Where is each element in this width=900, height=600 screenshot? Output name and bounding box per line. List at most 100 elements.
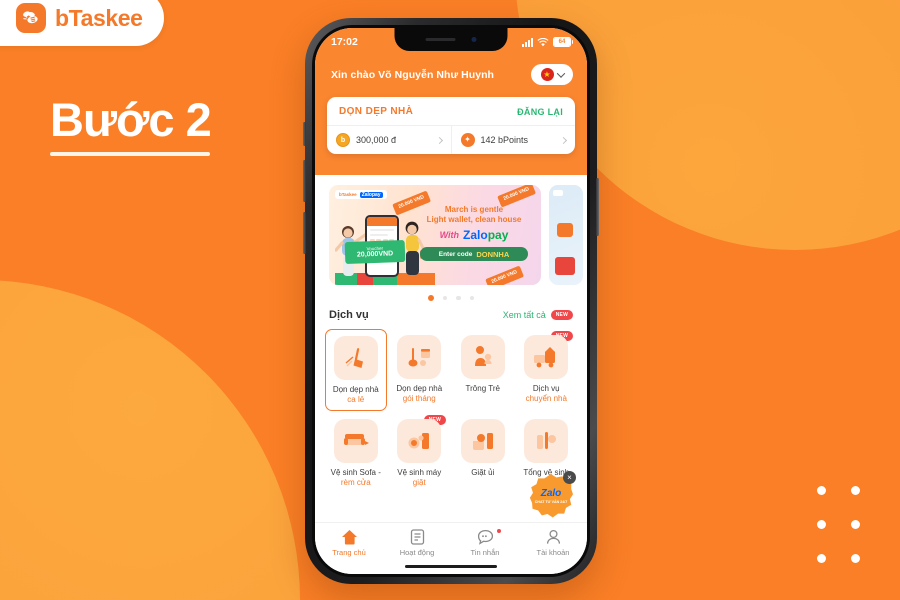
medal-icon: ✦: [460, 133, 475, 147]
banner-float-tag: 20.000 VND: [496, 185, 536, 208]
service-item-moving[interactable]: NEW Dịch vụ c: [516, 329, 578, 411]
carousel-dot[interactable]: [456, 295, 461, 301]
broom-icon: [333, 336, 378, 380]
service-item-laundry[interactable]: Giặt ủi: [452, 413, 514, 493]
tab-home[interactable]: Trang chủ: [315, 529, 383, 557]
babysitter-icon: [460, 335, 505, 379]
phone-mute-switch: [303, 122, 306, 146]
greeting-row: Xin chào Võ Nguyễn Như Huynh ★: [315, 54, 587, 97]
services-section-header: Dịch vụ Xem tất cả NEW: [315, 303, 587, 325]
deep-clean-icon: [524, 418, 569, 463]
voucher-value: 20,000VND: [356, 250, 394, 259]
wallet-balance-cell[interactable]: b 300,000 đ: [327, 126, 451, 154]
poster-canvas: bTaskee Bước 2 17:02 64 Xin chào Võ Nguy…: [0, 0, 900, 600]
phone-notch: [394, 28, 508, 51]
service-sublabel: ca lẻ: [347, 395, 365, 404]
brand-logo: bTaskee: [0, 0, 164, 46]
front-camera: [471, 37, 477, 42]
service-item-sofa-cleaning[interactable]: Vệ sinh Sofa - rèm cửa: [325, 413, 387, 493]
carousel-dots[interactable]: [315, 285, 587, 303]
banner-copy: March is gentle Light wallet, clean hous…: [415, 205, 533, 261]
zalo-label: Zalo: [540, 488, 562, 499]
language-selector[interactable]: ★: [531, 64, 573, 85]
carousel-dot-active[interactable]: [427, 295, 434, 301]
promo-banner[interactable]: bTaskee Zalopay Voucher 20,000VND 20.000…: [329, 185, 541, 285]
home-icon: [341, 530, 357, 545]
decoration-dot-grid: [804, 473, 872, 575]
close-icon[interactable]: ×: [563, 471, 576, 484]
app-body: bTaskee Zalopay Voucher 20,000VND 20.000…: [315, 175, 587, 493]
service-label: Vệ sinh Sofa -: [330, 467, 381, 477]
brand-logo-text: bTaskee: [55, 4, 143, 31]
service-label: Giặt ủi: [471, 467, 495, 477]
app-screen: 17:02 64 Xin chào Võ Nguyễn Như Huynh ★ …: [315, 28, 587, 574]
zalopay-wordmark: Zalopay: [463, 228, 509, 242]
service-sublabel: gói tháng: [402, 394, 436, 403]
services-grid: Dọn dẹp nhà ca lẻ Dọn dẹp nhà gói tháng …: [315, 325, 587, 492]
tab-messages[interactable]: Tin nhắn: [451, 528, 519, 557]
banner-line-2: Light wallet, clean house: [426, 215, 522, 224]
services-title: Dịch vụ: [329, 309, 369, 321]
banner-brand-right: Zalopay: [359, 191, 383, 198]
service-label: Trông Trẻ: [465, 384, 500, 393]
page-title: Bước 2: [50, 93, 212, 146]
tab-label: Hoạt động: [399, 548, 435, 557]
new-badge: NEW: [550, 310, 573, 320]
tab-account[interactable]: Tài khoản: [519, 529, 587, 557]
rebook-button[interactable]: ĐĂNG LẠI: [517, 107, 563, 117]
see-all-services-button[interactable]: Xem tất cả NEW: [503, 310, 573, 320]
unread-badge: [496, 528, 502, 534]
earpiece-speaker: [425, 38, 456, 41]
bee-icon: [16, 3, 46, 33]
points-cell[interactable]: ✦ 142 bPoints: [450, 126, 576, 154]
booking-card-title: DỌN DẸP NHÀ: [339, 106, 414, 117]
status-time: 17:02: [331, 36, 358, 48]
message-icon: [477, 529, 493, 545]
banner-float-tag: 20.000 VND: [484, 264, 524, 285]
banner-promo-code: Enter code DONNHA: [420, 247, 528, 261]
carousel-dot[interactable]: [469, 295, 475, 301]
booking-card-wrapper: DỌN DẸP NHÀ ĐĂNG LẠI b 300,000 đ ✦ 142 b…: [315, 97, 587, 154]
banner-brand-left: bTaskee: [339, 192, 357, 197]
points-value: 142 bPoints: [480, 135, 529, 145]
signal-bars-icon: [522, 37, 533, 47]
chevron-right-icon: [559, 136, 568, 144]
vietnam-flag-icon: ★: [540, 68, 554, 81]
card-stack-peek: [315, 151, 587, 175]
service-item-monthly-cleaning[interactable]: Dọn dẹp nhà gói tháng: [389, 329, 451, 411]
calendar-mop-icon: [397, 335, 442, 379]
service-sublabel: giặt: [412, 477, 426, 487]
service-item-babysitting[interactable]: Trông Trẻ: [452, 329, 514, 411]
phone-volume-down-button: [303, 212, 306, 254]
banner-with-text: With: [439, 230, 460, 240]
banner-line-1: March is gentle: [444, 205, 504, 214]
title-underline: [50, 152, 210, 156]
tab-label: Tài khoản: [536, 548, 570, 557]
tab-label: Tin nhắn: [470, 548, 500, 557]
booking-card[interactable]: DỌN DẸP NHÀ ĐĂNG LẠI b 300,000 đ ✦ 142 b…: [327, 97, 575, 154]
service-sublabel: rèm cửa: [340, 477, 371, 487]
zalo-sublabel: CHAT TƯ VẤN 24/7: [534, 500, 568, 504]
battery-level: 64: [554, 38, 570, 46]
phone-volume-up-button: [303, 160, 306, 202]
account-icon: [546, 529, 560, 544]
zalo-chat-widget[interactable]: Zalo CHAT TƯ VẤN 24/7 ×: [529, 471, 576, 518]
promo-banner-next[interactable]: [549, 185, 583, 285]
service-sublabel: chuyển nhà: [525, 394, 567, 403]
service-label: Vệ sinh máy: [397, 467, 442, 477]
phone-mockup: 17:02 64 Xin chào Võ Nguyễn Như Huynh ★ …: [303, 18, 599, 584]
greeting-text: Xin chào Võ Nguyễn Như Huynh: [331, 68, 495, 81]
service-item-house-cleaning[interactable]: Dọn dẹp nhà ca lẻ: [325, 329, 387, 411]
carousel-dot[interactable]: [442, 295, 448, 301]
b-coin-icon: b: [336, 133, 350, 147]
activity-icon: [410, 529, 424, 545]
sofa-icon: [333, 418, 378, 463]
promo-carousel[interactable]: bTaskee Zalopay Voucher 20,000VND 20.000…: [315, 175, 587, 285]
chevron-right-icon: [435, 136, 443, 144]
service-item-washing-machine[interactable]: NEW Vệ sinh máy giặt: [389, 413, 451, 493]
banner-brand-bar: bTaskee Zalopay: [335, 190, 387, 199]
tab-activity[interactable]: Hoạt động: [383, 529, 451, 557]
chevron-down-icon: [556, 68, 565, 78]
service-label: Dọn dẹp nhà: [332, 385, 379, 394]
banner-voucher-chip: Voucher 20,000VND: [344, 239, 406, 265]
